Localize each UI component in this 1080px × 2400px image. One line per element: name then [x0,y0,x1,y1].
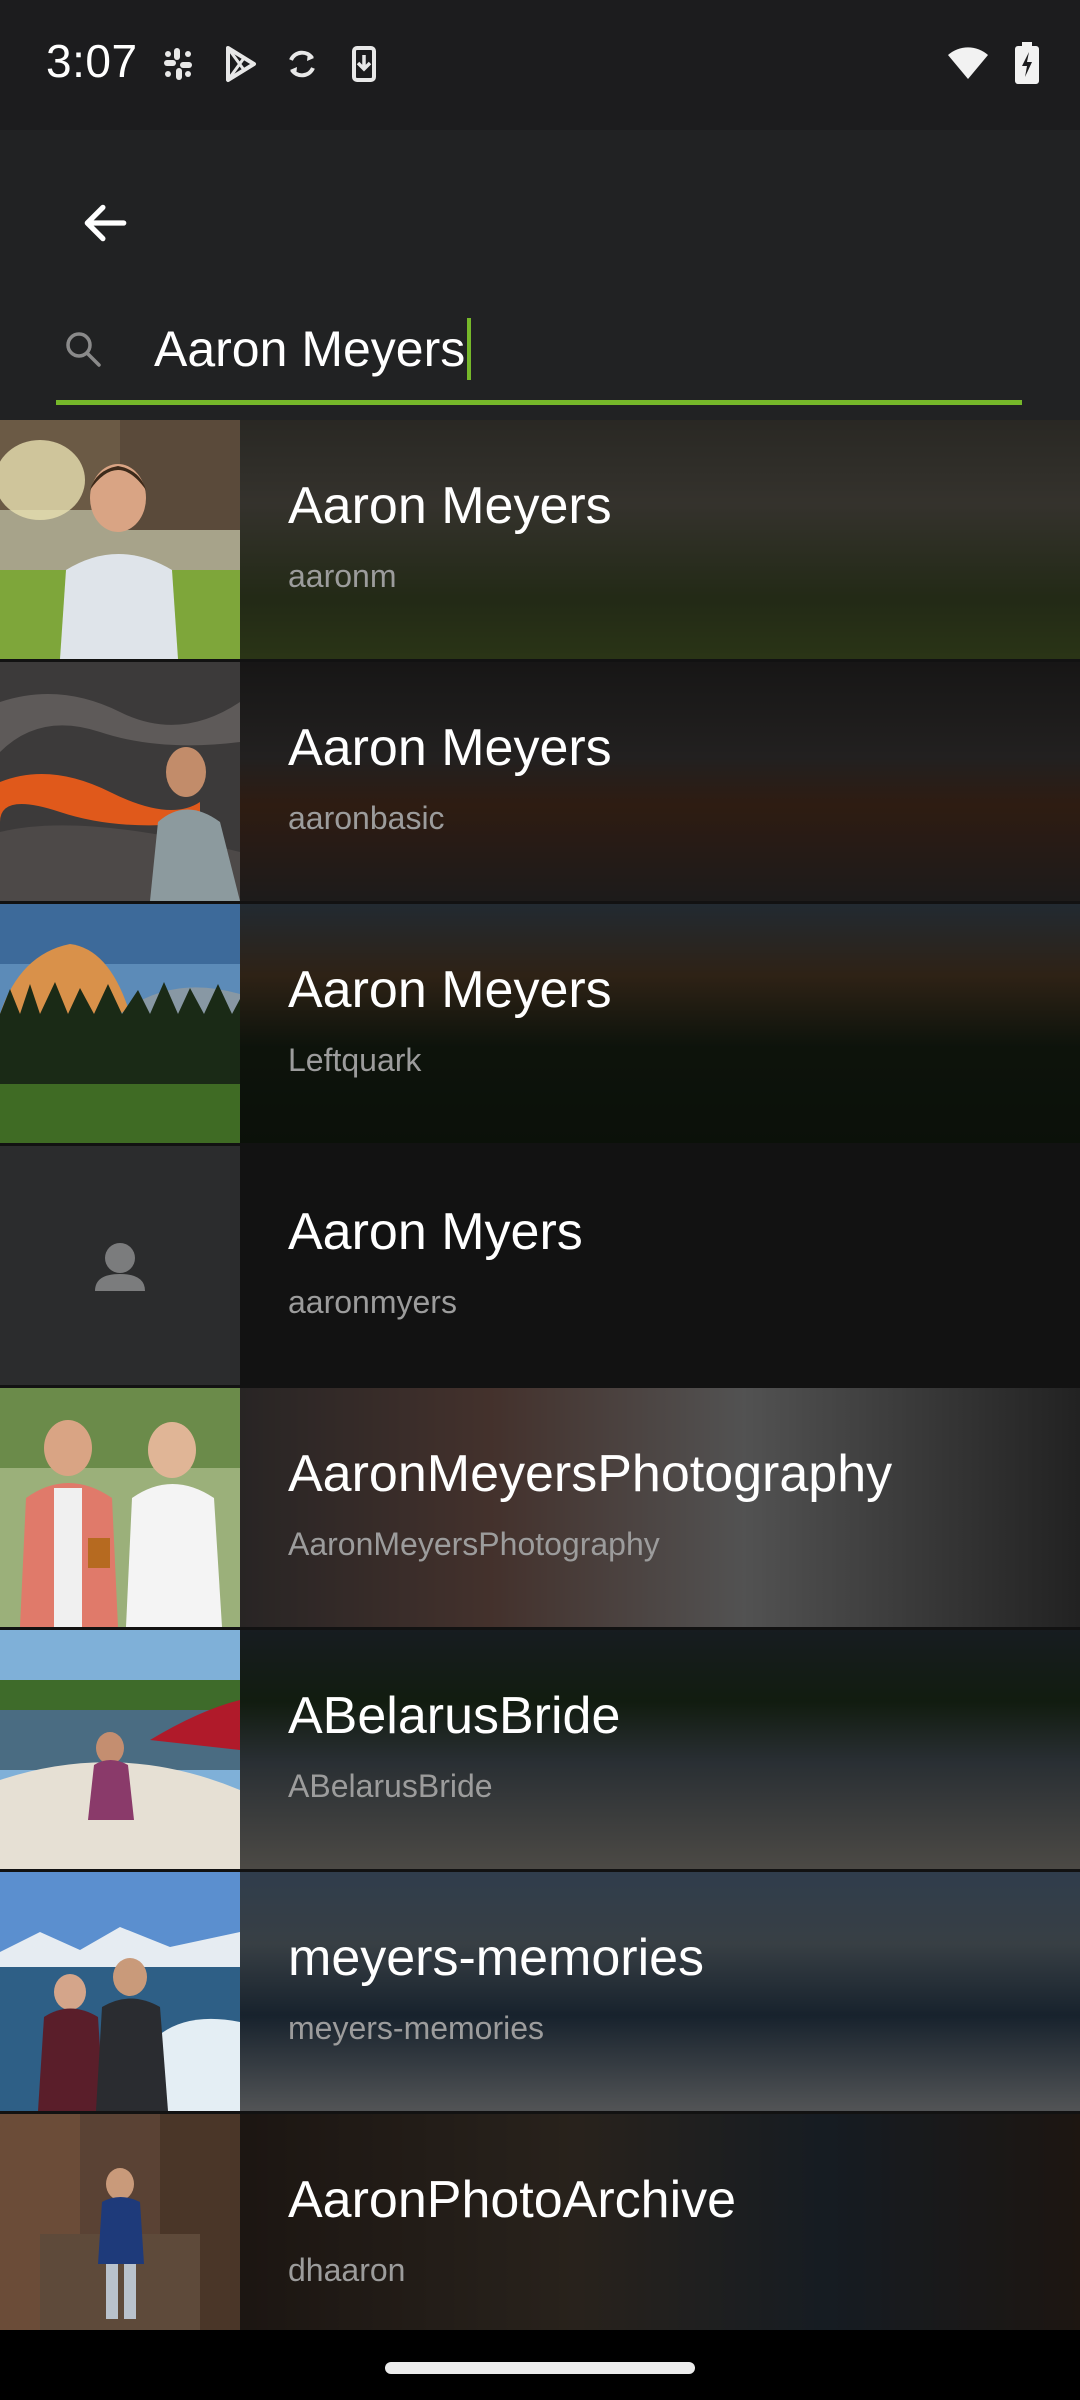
text-caret [467,317,472,380]
avatar [0,1872,240,2111]
row-background [240,1872,1080,2111]
row-background [240,420,1080,659]
download-icon [344,44,384,84]
search-header: Aaron Meyers [0,130,1080,420]
result-row[interactable]: Aaron Meyers aaronm [0,420,1080,662]
avatar [0,1146,240,1385]
avatar [0,904,240,1143]
result-row[interactable]: AaronMeyersPhotography AaronMeyersPhotog… [0,1388,1080,1630]
search-icon [66,332,101,367]
result-row[interactable]: AaronPhotoArchive dhaaron [0,2114,1080,2335]
result-name: ABelarusBride [288,1687,621,1745]
navigation-bar [0,2330,1080,2400]
back-button[interactable] [66,184,144,262]
row-background [240,1388,1080,1627]
result-name: meyers-memories [288,1929,705,1987]
row-background [240,1630,1080,1869]
avatar [0,1630,240,1869]
result-row[interactable]: ABelarusBride ABelarusBride [0,1630,1080,1872]
play-store-icon [220,44,260,84]
search-field[interactable]: Aaron Meyers [56,306,1022,405]
result-name: Aaron Meyers [288,961,612,1019]
wifi-icon [946,45,990,86]
result-username: dhaaron [288,2252,406,2288]
avatar [0,420,240,659]
search-results-list: Aaron Meyers aaronm Aaron Meyers aaronba… [0,420,1080,2335]
result-row[interactable]: Aaron Meyers aaronbasic [0,662,1080,904]
result-row[interactable]: Aaron Meyers Leftquark [0,904,1080,1146]
status-time: 3:07 [46,35,138,87]
arrow-back-icon [84,204,127,242]
result-row[interactable]: Aaron Myers aaronmyers [0,1146,1080,1388]
result-username: AaronMeyersPhotography [288,1526,660,1562]
row-background [240,904,1080,1143]
result-username: aaronbasic [288,800,445,836]
status-bar: 3:07 [0,0,1080,130]
avatar [0,662,240,901]
result-username: aaronm [288,558,397,594]
result-name: Aaron Myers [288,1203,583,1261]
search-input[interactable]: Aaron Meyers [154,314,472,384]
result-username: ABelarusBride [288,1768,493,1804]
row-background [240,662,1080,901]
result-username: meyers-memories [288,2010,545,2046]
default-avatar-icon [0,1146,240,1385]
avatar [0,2114,240,2332]
result-name: Aaron Meyers [288,477,612,535]
result-name: AaronMeyersPhotography [288,1445,893,1503]
home-gesture-handle[interactable] [385,2362,695,2374]
result-username: aaronmyers [288,1284,457,1320]
result-name: Aaron Meyers [288,719,612,777]
result-username: Leftquark [288,1042,422,1078]
sync-icon [282,44,322,84]
result-name: AaronPhotoArchive [288,2171,737,2229]
avatar [0,1388,240,1627]
battery-charging-icon [1014,42,1040,89]
search-query-text: Aaron Meyers [154,321,466,377]
result-row[interactable]: meyers-memories meyers-memories [0,1872,1080,2114]
slack-icon [158,44,198,84]
